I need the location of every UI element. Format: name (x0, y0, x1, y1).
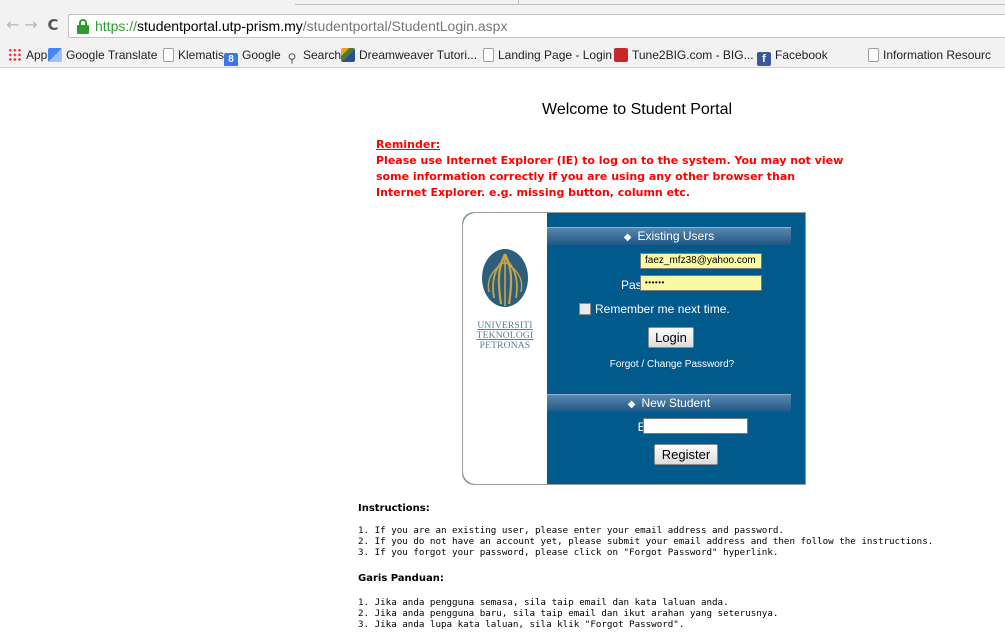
garis-panduan-title: Garis Panduan: (358, 573, 444, 584)
instructions-title: Instructions: (358, 503, 430, 514)
tune2big-icon (614, 48, 628, 62)
bookmark-label: Dreamweaver Tutori... (359, 48, 478, 62)
logo-line-2: TEKNOLOGI (476, 331, 534, 341)
back-arrow-icon[interactable]: ← (4, 14, 22, 36)
bookmark-label: Facebook (775, 48, 828, 62)
url-path: /studentportal/StudentLogin.aspx (302, 18, 508, 34)
navigation-bar: ← → C https://studentportal.utp-prism.my… (0, 10, 1005, 42)
utp-emblem-icon (482, 249, 528, 307)
utp-wordmark: UNIVERSITI TEKNOLOGI PETRONAS (463, 321, 547, 351)
register-button[interactable]: Register (654, 444, 718, 465)
new-student-header: ◆ New Student (547, 394, 791, 412)
bookmark-klematis[interactable]: Klematis (163, 46, 224, 64)
password-field[interactable]: •••••• (640, 275, 762, 291)
browser-chrome: ← → C https://studentportal.utp-prism.my… (0, 0, 1005, 68)
tab-outline (518, 0, 1005, 5)
apps-grid-icon (8, 48, 22, 62)
login-button[interactable]: Login (648, 327, 694, 348)
bookmark-label: Landing Page - Login (498, 48, 613, 62)
login-panel: UNIVERSITI TEKNOLOGI PETRONAS ◆ Existing … (462, 212, 806, 485)
logo-line-1: UNIVERSITI (477, 321, 533, 331)
bookmark-label: Google (242, 48, 281, 62)
instructions-list: 1. If you are an existing user, please e… (358, 525, 933, 558)
page-title: Welcome to Student Portal (542, 101, 733, 118)
bookmark-tune2big[interactable]: Tune2BIG.com - BIG... (614, 46, 754, 64)
bookmark-landing-page[interactable]: Landing Page - Login (483, 46, 612, 64)
page-icon (868, 48, 879, 62)
search-icon: ⚲ (287, 51, 297, 65)
url-scheme: https:// (95, 18, 138, 34)
page-icon (163, 48, 174, 62)
bookmark-label: Google Translate (66, 48, 158, 62)
list-item: 1. If you are an existing user, please e… (358, 525, 784, 536)
remember-me-checkbox[interactable] (579, 303, 591, 315)
logo-panel: UNIVERSITI TEKNOLOGI PETRONAS (463, 213, 547, 484)
bookmark-apps[interactable]: Apps (8, 46, 53, 64)
bookmark-search[interactable]: ⚲ Search (285, 46, 342, 65)
existing-users-header: ◆ Existing Users (547, 227, 791, 245)
email-field[interactable]: faez_mfz38@yahoo.com (640, 253, 762, 269)
google-icon: 8 (224, 53, 238, 66)
reminder-text: Please use Internet Explorer (IE) to log… (376, 154, 844, 199)
google-translate-icon (48, 48, 62, 62)
tab-strip (0, 0, 1005, 6)
bookmark-google[interactable]: 8 Google (224, 46, 281, 66)
reminder-title: Reminder: (376, 138, 441, 151)
address-bar[interactable]: https://studentportal.utp-prism.my/stude… (68, 14, 1005, 38)
diamond-icon: ◆ (623, 232, 632, 243)
existing-users-title: Existing Users (637, 229, 715, 243)
new-student-email-field[interactable] (643, 418, 748, 434)
bookmark-facebook[interactable]: f Facebook (757, 46, 828, 66)
page-icon (483, 48, 494, 62)
bookmark-information-resources[interactable]: Information Resourc (868, 46, 991, 64)
diamond-icon: ◆ (627, 399, 636, 410)
logo-line-3: PETRONAS (479, 341, 531, 351)
dreamweaver-icon (341, 48, 355, 62)
list-item: 1. Jika anda pengguna semasa, sila taip … (358, 597, 729, 608)
forward-arrow-icon[interactable]: → (22, 14, 40, 36)
bookmarks-bar: Apps Google Translate Klematis 8 Google ⚲… (0, 44, 1005, 66)
list-item: 2. Jika anda pengguna baru, sila taip em… (358, 608, 779, 619)
facebook-icon: f (757, 52, 771, 66)
forgot-password-link[interactable]: Forgot / Change Password? (547, 358, 797, 372)
bookmark-dreamweaver[interactable]: Dreamweaver Tutori... (341, 46, 477, 64)
bookmark-label: Klematis (178, 48, 225, 62)
bookmark-google-translate[interactable]: Google Translate (48, 46, 157, 64)
bookmark-label: Search (303, 48, 342, 62)
reminder-notice: Reminder: Please use Internet Explorer (… (376, 137, 846, 201)
new-student-title: New Student (641, 396, 711, 410)
lock-icon (77, 19, 89, 34)
reload-icon[interactable]: C (44, 14, 62, 36)
garis-panduan-list: 1. Jika anda pengguna semasa, sila taip … (358, 597, 778, 630)
list-item: 3. If you forgot your password, please c… (358, 547, 779, 558)
remember-me-row: Remember me next time. (579, 301, 730, 317)
list-item: 2. If you do not have an account yet, pl… (358, 536, 934, 547)
url-text[interactable]: https://studentportal.utp-prism.my/stude… (95, 17, 507, 35)
bookmark-label: Information Resourc (883, 48, 992, 62)
list-item: 3. Jika anda lupa kata laluan, sila klik… (358, 619, 685, 630)
remember-me-label: Remember me next time. (595, 302, 730, 316)
bookmark-label: Tune2BIG.com - BIG... (632, 48, 754, 62)
url-host: studentportal.utp-prism.my (137, 18, 303, 34)
